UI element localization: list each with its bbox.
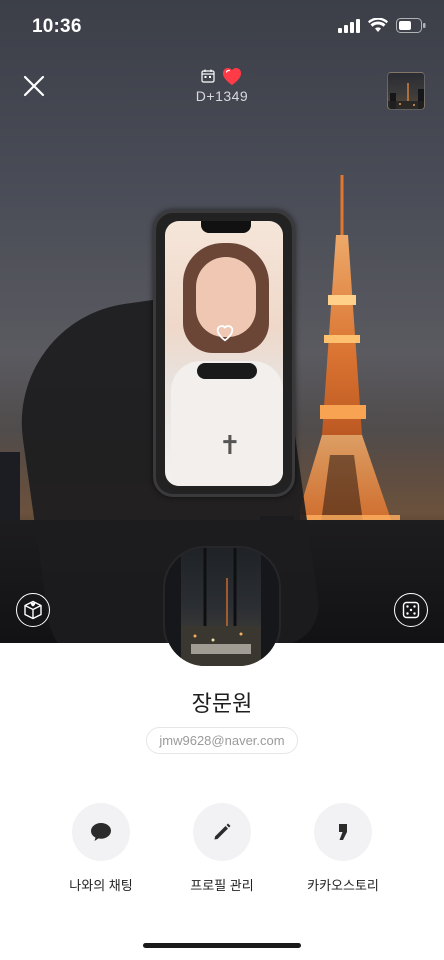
profile-photo[interactable] [165, 548, 279, 666]
status-icons [338, 18, 426, 33]
signal-icon [338, 18, 360, 33]
decorate-profile-button[interactable] [16, 593, 50, 627]
collar [197, 363, 257, 379]
manage-profile-label: 프로필 관리 [190, 878, 254, 893]
dday-icons [172, 66, 272, 86]
profile-email: jmw9628@naver.com [146, 727, 298, 754]
calendar-icon [201, 69, 215, 83]
profile-photo-image [165, 548, 279, 666]
email-container: jmw9628@naver.com [0, 727, 444, 754]
status-bar: 10:36 [0, 0, 444, 54]
my-chat-button[interactable]: 나와의 채팅 [41, 803, 161, 894]
heart-outline-icon [216, 325, 234, 342]
cross-symbol: ✝ [219, 431, 241, 461]
close-button[interactable] [18, 70, 50, 102]
chat-bubble-icon [91, 823, 111, 841]
pencil-icon [214, 823, 231, 840]
profile-name: 장문원 [191, 691, 253, 716]
phone-screen: ✝ [165, 221, 283, 486]
action-circle [193, 803, 251, 861]
close-icon [23, 75, 45, 97]
dday-text: D+1349 [195, 88, 249, 104]
cube-heart-icon [24, 600, 42, 620]
home-indicator [143, 943, 301, 948]
dice-icon [402, 601, 420, 619]
profile-actions: 나와의 채팅 프로필 관리 카카오스토리 [0, 803, 444, 893]
background-thumbnail-button[interactable] [387, 72, 425, 110]
random-background-button[interactable] [394, 593, 428, 627]
heart-icon [222, 67, 242, 86]
manage-profile-button[interactable]: 프로필 관리 [162, 803, 282, 894]
status-time: 10:36 [32, 16, 82, 37]
battery-icon [396, 18, 426, 33]
shirt [171, 361, 283, 486]
my-chat-label: 나와의 채팅 [69, 878, 133, 893]
wifi-icon [368, 18, 388, 32]
phone-notch [201, 221, 251, 233]
quote-icon [339, 824, 347, 840]
action-circle [314, 803, 372, 861]
held-phone: ✝ [153, 210, 295, 497]
thumbnail-image [388, 83, 424, 109]
kakao-story-button[interactable]: 카카오스토리 [283, 803, 403, 894]
kakao-story-label: 카카오스토리 [307, 878, 379, 893]
dday-counter[interactable]: D+1349 [172, 66, 272, 104]
action-circle [72, 803, 130, 861]
